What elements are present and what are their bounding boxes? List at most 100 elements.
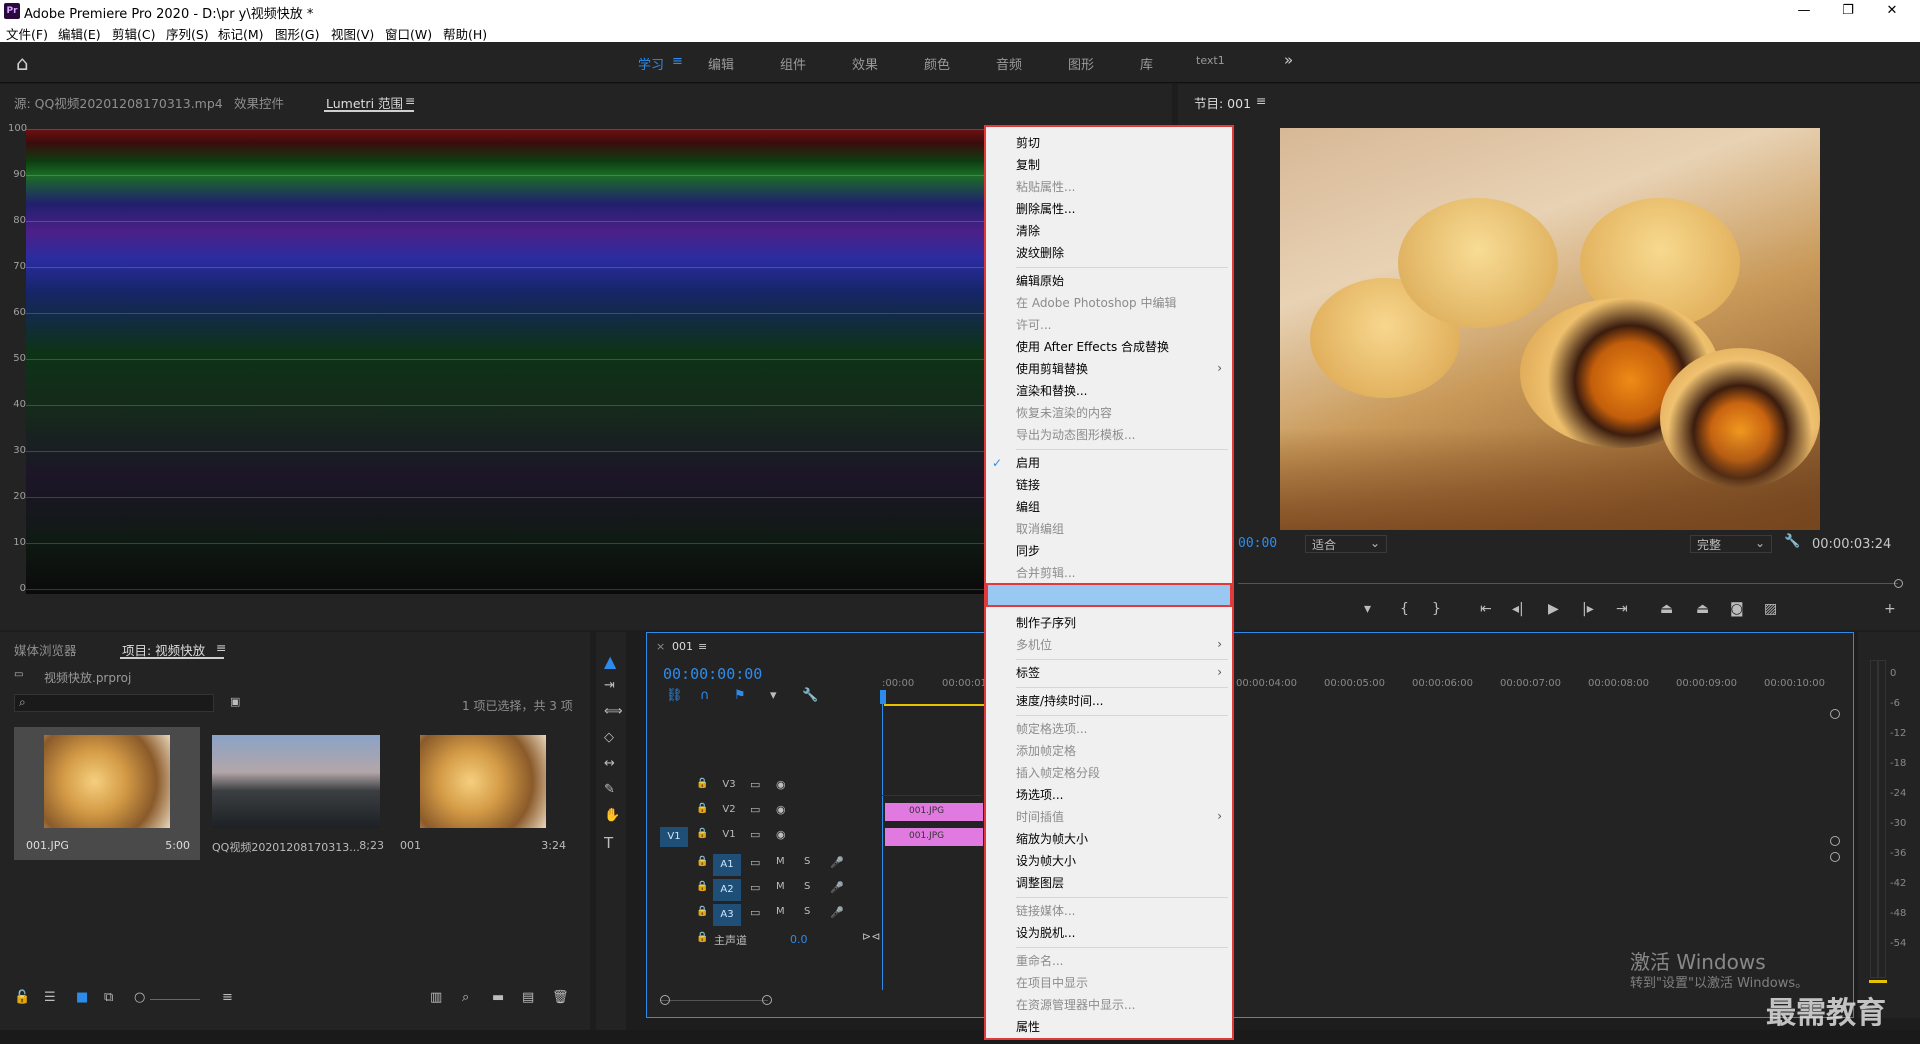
- selection-tool-icon[interactable]: ▲: [604, 652, 616, 671]
- menu-item[interactable]: 导出为动态图形模板...: [1016, 425, 1135, 445]
- menu-item[interactable]: 删除属性...: [1016, 199, 1075, 219]
- timeline-zoom-track[interactable]: [660, 1000, 768, 1001]
- trash-icon[interactable]: 🗑: [552, 990, 569, 1005]
- step-forward-icon[interactable]: |▸: [1582, 601, 1594, 617]
- new-bin-icon[interactable]: ▬: [492, 990, 504, 1005]
- menu-item[interactable]: 使用剪辑替换: [1016, 359, 1088, 379]
- list-view-icon[interactable]: ☰: [44, 990, 56, 1005]
- workspace-overflow-icon[interactable]: »: [1284, 51, 1293, 69]
- playhead-line[interactable]: [882, 690, 883, 990]
- panel-menu-icon[interactable]: ≡: [405, 93, 415, 108]
- menu-item[interactable]: 调整图层: [1016, 873, 1064, 893]
- new-item-icon[interactable]: ▤: [522, 990, 534, 1005]
- home-icon[interactable]: ⌂: [16, 51, 29, 75]
- camera-icon[interactable]: ◙: [1730, 601, 1744, 617]
- find-icon[interactable]: ⌕: [462, 990, 469, 1005]
- menu-item[interactable]: 设为脱机...: [1016, 923, 1075, 943]
- audio-track-label[interactable]: A3: [713, 904, 741, 926]
- video-track-label[interactable]: V1: [718, 829, 740, 845]
- mic-icon[interactable]: 🎤: [830, 906, 844, 919]
- menu-help[interactable]: 帮助(H): [443, 24, 487, 43]
- type-tool-icon[interactable]: T: [604, 834, 613, 852]
- go-to-out-icon[interactable]: ⇥: [1616, 601, 1628, 617]
- mic-icon[interactable]: 🎤: [830, 881, 844, 894]
- menu-item[interactable]: 多机位: [1016, 635, 1052, 655]
- solo-button[interactable]: S: [804, 906, 810, 917]
- playhead-handle[interactable]: [880, 690, 886, 704]
- snap-icon[interactable]: ∩: [700, 688, 710, 703]
- menu-item[interactable]: 编组: [1016, 497, 1040, 517]
- menu-item[interactable]: 恢复未渲染的内容: [1016, 403, 1112, 423]
- workspace-text1[interactable]: text1: [1196, 54, 1225, 67]
- menu-item[interactable]: 启用: [1016, 453, 1040, 473]
- menu-item[interactable]: 取消编组: [1016, 519, 1064, 539]
- project-item-sequence-001[interactable]: 001 3:24: [398, 727, 584, 860]
- maximize-button[interactable]: ❐: [1826, 0, 1870, 22]
- timeline-timecode[interactable]: 00:00:00:00: [663, 665, 762, 683]
- menu-item[interactable]: 剪切: [1016, 133, 1040, 153]
- work-area-bar[interactable]: [884, 704, 984, 706]
- tab-effect-controls[interactable]: 效果控件: [234, 93, 284, 112]
- menu-item[interactable]: 在 Adobe Photoshop 中编辑: [1016, 293, 1176, 313]
- menu-item[interactable]: 同步: [1016, 541, 1040, 561]
- menu-item[interactable]: 场选项...: [1016, 785, 1063, 805]
- master-toggle-icon[interactable]: ⊳⊲: [862, 930, 880, 943]
- eye-icon[interactable]: ◉: [776, 803, 786, 816]
- program-timecode-current[interactable]: 00:00: [1238, 536, 1277, 551]
- sync-lock-icon[interactable]: ▭: [750, 881, 760, 894]
- vscroll-handle-mid2[interactable]: [1830, 852, 1840, 862]
- menu-item[interactable]: 链接: [1016, 475, 1040, 495]
- menu-edit[interactable]: 编辑(E): [58, 24, 101, 43]
- menu-item[interactable]: 速度/持续时间...: [1016, 691, 1104, 711]
- add-marker-icon[interactable]: ▾: [770, 688, 777, 703]
- pen-tool-icon[interactable]: ✎: [604, 782, 615, 797]
- menu-item[interactable]: 设为帧大小: [1016, 851, 1076, 871]
- freeform-view-icon[interactable]: ⧉: [104, 990, 113, 1005]
- compare-icon[interactable]: ▨: [1764, 601, 1777, 617]
- linked-selection-icon[interactable]: ⚑: [734, 688, 746, 703]
- add-button-icon[interactable]: +: [1884, 601, 1896, 617]
- sync-lock-icon[interactable]: ▭: [750, 828, 760, 841]
- zoom-slider-track[interactable]: [150, 999, 200, 1000]
- scrubber-end-handle[interactable]: [1894, 579, 1903, 588]
- sync-lock-icon[interactable]: ▭: [750, 906, 760, 919]
- wrench-icon[interactable]: 🔧: [1784, 534, 1800, 549]
- menu-item[interactable]: 编辑原始: [1016, 271, 1064, 291]
- zoom-handle-right[interactable]: [762, 995, 772, 1005]
- project-item-qq-video[interactable]: QQ视频20201208170313... 8;23: [208, 727, 394, 860]
- workspace-assembly[interactable]: 组件: [780, 54, 806, 73]
- minimize-button[interactable]: —: [1782, 0, 1826, 22]
- mic-icon[interactable]: 🎤: [830, 856, 844, 869]
- solo-button[interactable]: S: [804, 856, 810, 867]
- slip-tool-icon[interactable]: ↔: [604, 756, 615, 771]
- program-title[interactable]: 节目: 001: [1194, 93, 1251, 112]
- workspace-menu-icon[interactable]: ≡: [672, 54, 683, 69]
- menu-item[interactable]: 复制: [1016, 155, 1040, 175]
- sync-lock-icon[interactable]: ▭: [750, 778, 760, 791]
- solo-button[interactable]: S: [804, 881, 810, 892]
- automate-icon[interactable]: ▥: [430, 990, 442, 1005]
- workspace-learn[interactable]: 学习: [638, 54, 664, 73]
- workspace-graphics[interactable]: 图形: [1068, 54, 1094, 73]
- menu-item[interactable]: 时间插值: [1016, 807, 1064, 827]
- lock-icon[interactable]: 🔓: [14, 990, 30, 1005]
- menu-item[interactable]: 粘贴属性...: [1016, 177, 1075, 197]
- timeline-close-icon[interactable]: ×: [656, 640, 665, 653]
- menu-sequence[interactable]: 序列(S): [166, 24, 209, 43]
- mark-in-icon[interactable]: {: [1400, 601, 1409, 617]
- razor-tool-icon[interactable]: ◇: [604, 730, 614, 745]
- lift-icon[interactable]: ⏏: [1660, 601, 1673, 617]
- menu-item[interactable]: 标签: [1016, 663, 1040, 683]
- project-item-001jpg[interactable]: 001.JPG 5:00: [14, 727, 200, 860]
- menu-window[interactable]: 窗口(W): [385, 24, 432, 43]
- track-lock-icon[interactable]: 🔒: [696, 856, 708, 867]
- audio-track-label[interactable]: A1: [713, 854, 741, 876]
- video-track-label[interactable]: V2: [718, 804, 740, 820]
- menu-item[interactable]: 在项目中显示: [1016, 973, 1088, 993]
- mute-button[interactable]: M: [776, 856, 785, 867]
- sync-lock-icon[interactable]: ▭: [750, 803, 760, 816]
- zoom-handle-left[interactable]: [660, 995, 670, 1005]
- track-lock-icon[interactable]: 🔒: [696, 828, 708, 839]
- workspace-libraries[interactable]: 库: [1140, 54, 1153, 73]
- hand-tool-icon[interactable]: ✋: [604, 808, 620, 823]
